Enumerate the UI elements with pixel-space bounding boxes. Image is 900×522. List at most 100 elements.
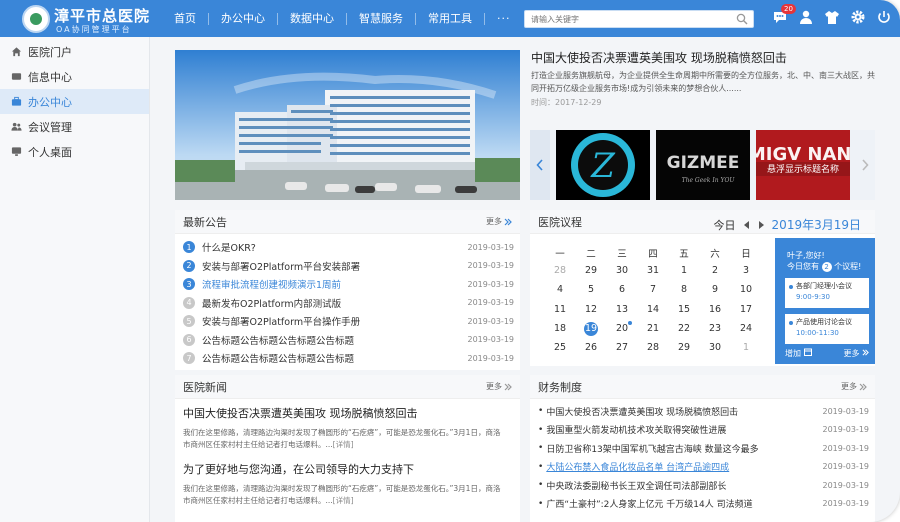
- calendar-day[interactable]: 9: [703, 284, 727, 295]
- calendar-day[interactable]: 28: [548, 265, 572, 276]
- finance-item[interactable]: • 我国重型火箭发动机技术攻关取得突破性进展 2019-03-19: [530, 421, 875, 440]
- carousel-next-button[interactable]: [855, 130, 875, 200]
- finance-item[interactable]: • 广西“土豪村”:2人身家上亿元 千万级14人 司法频道 2019-03-19: [530, 495, 875, 514]
- bullet-dot: •: [538, 424, 544, 435]
- sidebar-item-office[interactable]: 办公中心: [0, 89, 149, 114]
- weekday-header: 三: [617, 249, 627, 260]
- sidebar-item-meeting[interactable]: 会议管理: [0, 114, 149, 139]
- news-item-desc: 我们在这里修路，清理路边沟渠时发现了椭圆形的“石疙瘩”，可能是恐龙蛋化石。”3月…: [175, 427, 505, 451]
- finance-item[interactable]: • 日防卫省称13架中国军机飞越宫古海峡 数量这今最多 2019-03-19: [530, 439, 875, 458]
- calendar-day[interactable]: 23: [703, 323, 727, 334]
- hero-headline[interactable]: 中国大使投否决票遭英美围攻 现场脱稿愤怒回击: [531, 49, 787, 66]
- brand-subtitle: OA协同管理平台: [56, 25, 132, 34]
- sidebar-item-info[interactable]: 信息中心: [0, 64, 149, 89]
- calendar-day[interactable]: 16: [703, 304, 727, 315]
- user-button[interactable]: [798, 9, 814, 25]
- calendar-day[interactable]: 15: [672, 304, 696, 315]
- calendar-day[interactable]: 6: [610, 284, 634, 295]
- announcement-more-link[interactable]: 更多: [486, 216, 512, 227]
- nav-smart-service[interactable]: 智慧服务: [347, 12, 416, 25]
- agenda-event-card[interactable]: 各部门经理小会议 9:00-9:30: [785, 278, 869, 308]
- search-icon[interactable]: [736, 13, 748, 25]
- calendar-day[interactable]: 7: [641, 284, 665, 295]
- announcement-item[interactable]: 6 公告标题公告标题公告标题公告标题 2019-03-19: [175, 331, 520, 350]
- calendar-day[interactable]: 1: [672, 265, 696, 276]
- calendar-day[interactable]: 12: [579, 304, 603, 315]
- thumbnail-3-title: MIGV NANI: [756, 144, 850, 165]
- agenda-panel: 叶子,您好! 今日您有 2 个议程! 各部门经理小会议 9:00-9:30 产品…: [775, 238, 875, 364]
- finance-item[interactable]: • 大陆公布禁入食品化妆品名单 台湾产品逾四成 2019-03-19: [530, 458, 875, 477]
- thumbnail-2[interactable]: GIZMEE The Geek In YOU: [656, 130, 750, 200]
- announcement-item[interactable]: 3 流程审批流程创建视频演示1周前 2019-03-19: [175, 275, 520, 294]
- calendar-day[interactable]: 24: [734, 323, 758, 334]
- nav-home[interactable]: 首页: [162, 12, 209, 25]
- search-input[interactable]: [525, 11, 725, 27]
- calendar-day[interactable]: 29: [672, 342, 696, 353]
- nav-office-center[interactable]: 办公中心: [209, 12, 278, 25]
- hero-time: 时间：2017-12-29: [531, 98, 602, 107]
- calendar-day[interactable]: 22: [672, 323, 696, 334]
- logout-button[interactable]: [876, 9, 892, 25]
- calendar-day[interactable]: 10: [734, 284, 758, 295]
- announcement-item[interactable]: 2 安装与部署O2Platform平台安装部署 2019-03-19: [175, 257, 520, 276]
- calendar-day[interactable]: 28: [641, 342, 665, 353]
- triangle-right-icon[interactable]: [758, 220, 764, 229]
- calendar-day[interactable]: 31: [641, 265, 665, 276]
- news-detail-link[interactable]: [详情]: [333, 496, 354, 505]
- news-item-title[interactable]: 中国大使投否决票遭英美围攻 现场脱稿愤怒回击: [175, 405, 520, 421]
- calendar-day[interactable]: 5: [579, 284, 603, 295]
- news-item-title[interactable]: 为了更好地与您沟通，在公司领导的大力支持下: [175, 461, 520, 477]
- skin-button[interactable]: [824, 9, 840, 25]
- agenda-add-button[interactable]: 增加: [785, 348, 812, 359]
- calendar-day[interactable]: 19: [579, 323, 603, 334]
- logo[interactable]: 漳平市总医院 OA协同管理平台: [10, 3, 150, 35]
- thumbnail-3[interactable]: MIGV NANI 悬浮显示标题名称: [756, 130, 850, 200]
- calendar-day[interactable]: 1: [734, 342, 758, 353]
- nav-tools[interactable]: 常用工具: [416, 12, 485, 25]
- calendar-day[interactable]: 25: [548, 342, 572, 353]
- search-box: [524, 10, 754, 28]
- finance-panel: 财务制度 更多 • 中国大使投否决票遭英美围攻 现场脱稿愤怒回击 2019-03-1…: [530, 375, 875, 522]
- carousel-prev-button[interactable]: [530, 130, 550, 200]
- calendar-day[interactable]: 18: [548, 323, 572, 334]
- calendar-day[interactable]: 21: [641, 323, 665, 334]
- announcement-item[interactable]: 5 安装与部署O2Platform平台操作手册 2019-03-19: [175, 312, 520, 331]
- finance-item[interactable]: • 中央政法委副秘书长王双全调任司法部副部长 2019-03-19: [530, 476, 875, 495]
- announcement-item[interactable]: 1 什么是OKR? 2019-03-19: [175, 238, 520, 257]
- announcement-item[interactable]: 7 公告标题公告标题公告标题公告标题 2019-03-19: [175, 349, 520, 368]
- nav-more-button[interactable]: ···: [485, 12, 523, 25]
- calendar-day[interactable]: 14: [641, 304, 665, 315]
- calendar-day[interactable]: 26: [579, 342, 603, 353]
- announcement-item[interactable]: 4 最新发布O2Platform内部测试版 2019-03-19: [175, 294, 520, 313]
- calendar-day[interactable]: 27: [610, 342, 634, 353]
- triangle-left-icon[interactable]: [743, 220, 750, 229]
- hero-image[interactable]: [175, 50, 520, 200]
- nav-data-center[interactable]: 数据中心: [278, 12, 347, 25]
- thumbnail-logo-z: Z: [571, 133, 635, 197]
- agenda-greeting: 叶子,您好!: [787, 251, 825, 260]
- message-button[interactable]: 20: [772, 4, 796, 25]
- calendar-day[interactable]: 8: [672, 284, 696, 295]
- sidebar-item-portal[interactable]: 医院门户: [0, 39, 149, 64]
- calendar-day[interactable]: 3: [734, 265, 758, 276]
- agenda-event-card[interactable]: 产品使用讨论会议 10:00-11:30: [785, 314, 869, 344]
- event-time: 9:00-9:30: [796, 293, 830, 301]
- calendar-day[interactable]: 13: [610, 304, 634, 315]
- news-detail-link[interactable]: [详情]: [333, 440, 354, 449]
- thumbnail-1[interactable]: Z: [556, 130, 650, 200]
- calendar-day[interactable]: 30: [610, 265, 634, 276]
- finance-more-link[interactable]: 更多: [841, 381, 867, 392]
- today-button[interactable]: 今日: [714, 217, 736, 233]
- calendar-day[interactable]: 11: [548, 304, 572, 315]
- settings-button[interactable]: [850, 9, 866, 25]
- calendar-day[interactable]: 2: [703, 265, 727, 276]
- agenda-more-link[interactable]: 更多: [843, 348, 869, 359]
- news-more-link[interactable]: 更多: [486, 381, 512, 392]
- finance-item[interactable]: • 中国大使投否决票遭英美围攻 现场脱稿愤怒回击 2019-03-19: [530, 402, 875, 421]
- calendar-day[interactable]: 29: [579, 265, 603, 276]
- calendar-day[interactable]: 17: [734, 304, 758, 315]
- sidebar-item-desktop[interactable]: 个人桌面: [0, 139, 149, 164]
- calendar-day[interactable]: 4: [548, 284, 572, 295]
- finance-text: 我国重型火箭发动机技术攻关取得突破性进展: [546, 426, 727, 437]
- calendar-day[interactable]: 30: [703, 342, 727, 353]
